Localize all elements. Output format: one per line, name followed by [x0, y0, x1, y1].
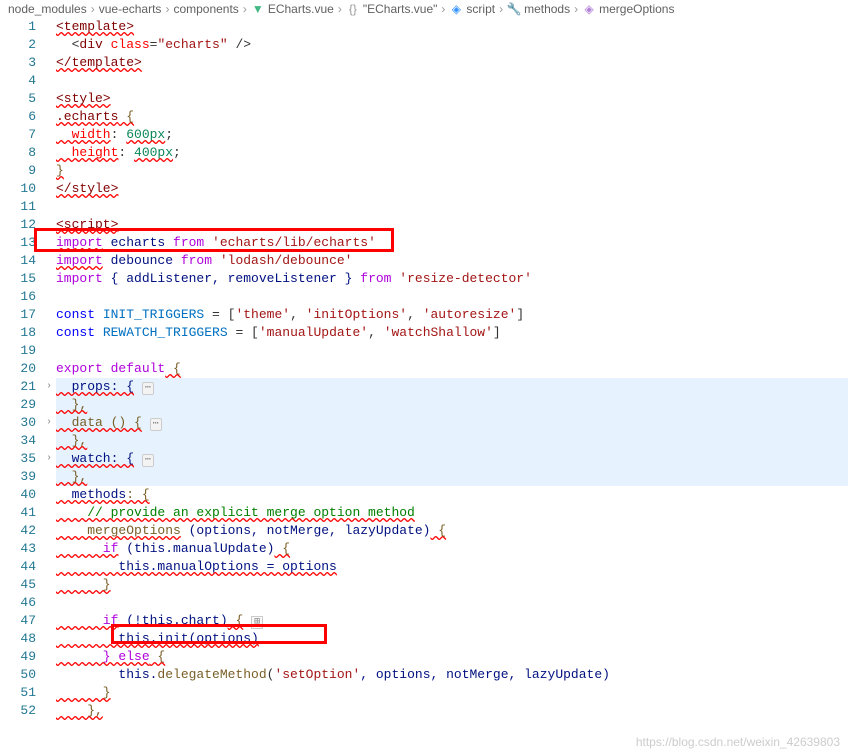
vue-file-icon: ▼ — [251, 2, 265, 16]
chevron-right-icon: › — [441, 2, 445, 16]
cube-icon: ◈ — [449, 2, 463, 16]
breadcrumb-item[interactable]: components — [173, 2, 238, 16]
fold-ellipsis[interactable]: ⋯ — [150, 418, 162, 431]
fold-ellipsis[interactable]: ⋯ — [142, 382, 154, 395]
code-content[interactable]: <template> <div class="echarts" /> </tem… — [56, 18, 848, 720]
fold-toggle[interactable]: › — [42, 414, 56, 432]
fold-toggle[interactable]: › — [42, 378, 56, 396]
breadcrumb-item[interactable]: vue-echarts — [99, 2, 162, 16]
reference-indicator[interactable]: ⊞ — [251, 616, 263, 629]
code-editor[interactable]: 1 2 3 4 5 6 7 8 9 10 11 12 13 14 15 16 1… — [0, 18, 848, 720]
chevron-right-icon: › — [338, 2, 342, 16]
chevron-right-icon: › — [243, 2, 247, 16]
chevron-right-icon: › — [91, 2, 95, 16]
chevron-right-icon: › — [574, 2, 578, 16]
fold-toggle[interactable]: › — [42, 450, 56, 468]
breadcrumb-item[interactable]: ▼ECharts.vue — [251, 2, 334, 16]
breadcrumb-item[interactable]: node_modules — [8, 2, 87, 16]
braces-icon: {} — [346, 2, 360, 16]
chevron-right-icon: › — [499, 2, 503, 16]
fold-ellipsis[interactable]: ⋯ — [142, 454, 154, 467]
fold-column: › › › — [42, 18, 56, 720]
line-number-gutter: 1 2 3 4 5 6 7 8 9 10 11 12 13 14 15 16 1… — [0, 18, 42, 720]
chevron-right-icon: › — [165, 2, 169, 16]
breadcrumb-item[interactable]: ◈script — [449, 2, 495, 16]
breadcrumb-item[interactable]: ◈mergeOptions — [582, 2, 674, 16]
watermark: https://blog.csdn.net/weixin_42639803 — [636, 735, 840, 749]
breadcrumb-item[interactable]: {}"ECharts.vue" — [346, 2, 438, 16]
breadcrumb: node_modules › vue-echarts › components … — [0, 0, 848, 18]
breadcrumb-item[interactable]: 🔧methods — [507, 2, 570, 16]
wrench-icon: 🔧 — [507, 2, 521, 16]
cube-icon: ◈ — [582, 2, 596, 16]
